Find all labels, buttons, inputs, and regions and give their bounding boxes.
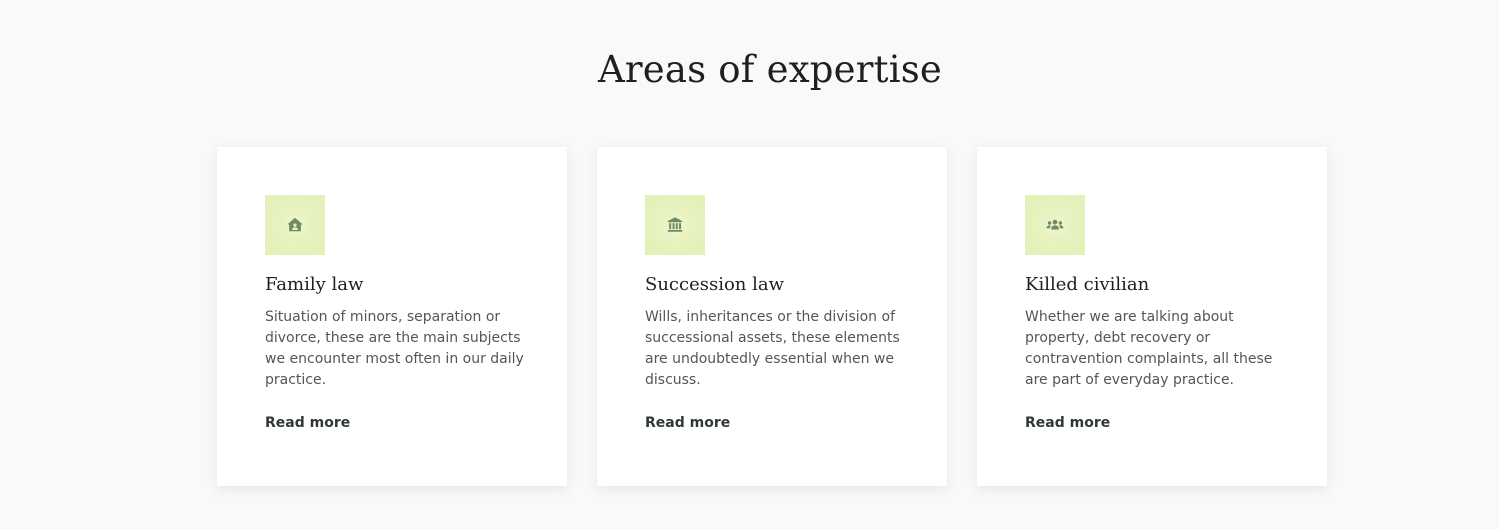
card-icon-box [265, 195, 325, 255]
read-more-link[interactable]: Read more [265, 415, 350, 431]
card-description: Whether we are talking about property, d… [1025, 309, 1273, 388]
card-title: Family law [265, 274, 364, 295]
bank-building-icon [667, 217, 683, 232]
house-icon [287, 217, 303, 232]
card-description: Wills, inheritances or the division of s… [645, 309, 900, 388]
card-family-law: Family law Situation of minors, separati… [217, 147, 567, 486]
card-icon-box [645, 195, 705, 255]
people-group-icon [1046, 219, 1064, 230]
card-description: Situation of minors, separation or divor… [265, 309, 524, 388]
card-title: Killed civilian [1025, 274, 1150, 295]
card-succession-law: Succession law Wills, inheritances or th… [597, 147, 947, 486]
card-icon-box [1025, 195, 1085, 255]
cards-row: Family law Situation of minors, separati… [217, 147, 1327, 486]
card-title: Succession law [645, 274, 785, 295]
card-killed-civilian: Killed civilian Whether we are talking a… [977, 147, 1327, 486]
section-title: Areas of expertise [597, 48, 943, 91]
read-more-link[interactable]: Read more [645, 415, 730, 431]
read-more-link[interactable]: Read more [1025, 415, 1110, 431]
expertise-section: Areas of expertise Family law Situation … [0, 0, 1499, 529]
